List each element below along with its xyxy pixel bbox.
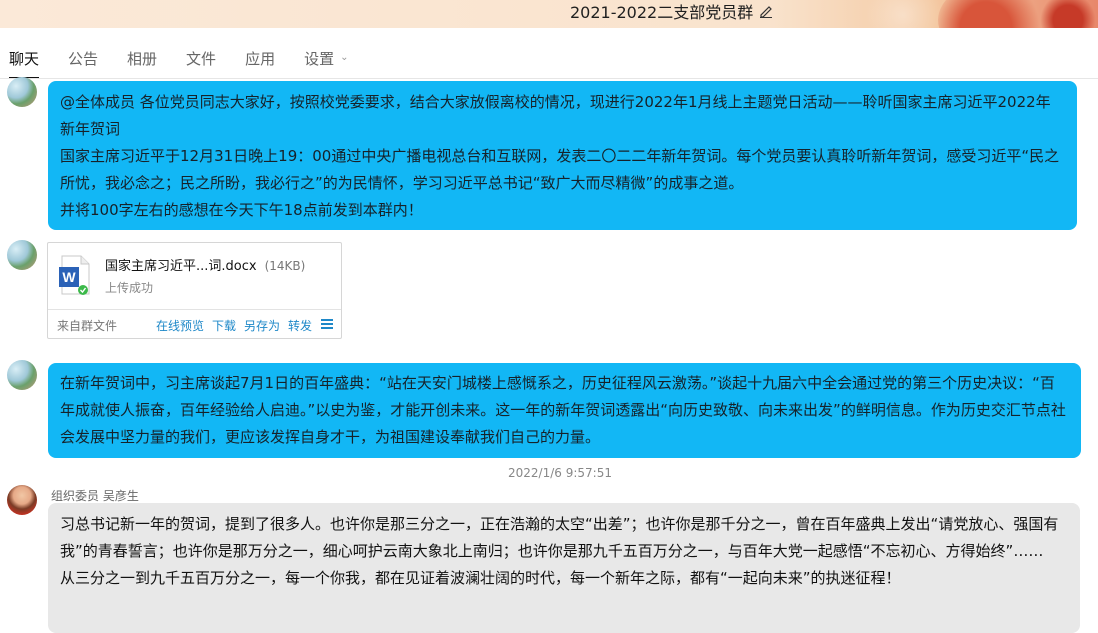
title-bar: 2021-2022二支部党员群	[0, 0, 1098, 28]
message-text: 习总书记新一年的贺词，提到了很多人。也许你是那三分之一，正在浩瀚的太空“出差”；…	[60, 515, 1059, 560]
message-text: 从三分之一到九千五百万分之一，每一个你我，都在见证着波澜壮阔的时代，每一个新年之…	[60, 569, 901, 587]
group-title-text: 2021-2022二支部党员群	[570, 3, 754, 22]
tab-label: 聊天	[9, 50, 40, 68]
message-text: 在新年贺词中，习主席谈起7月1日的百年盛典：“站在天安门城楼上感慨系之，历史征程…	[60, 374, 1066, 446]
divider	[48, 309, 341, 310]
download-link[interactable]: 下载	[212, 317, 236, 334]
edit-icon[interactable]	[759, 4, 773, 18]
tab-label: 相册	[127, 50, 158, 68]
file-actions: 在线预览 下载 另存为 转发	[156, 317, 312, 334]
tab-chat[interactable]: 聊天	[9, 40, 40, 79]
message-bubble: 习总书记新一年的贺词，提到了很多人。也许你是那三分之一，正在浩瀚的太空“出差”；…	[48, 503, 1080, 633]
group-title: 2021-2022二支部党员群	[570, 0, 773, 22]
chevron-down-icon: ⌄	[340, 52, 349, 63]
message-bubble: @全体成员 各位党员同志大家好，按照校党委要求，结合大家放假离校的情况，现进行2…	[48, 81, 1077, 230]
svg-text:W: W	[62, 269, 76, 285]
tab-files[interactable]: 文件	[186, 40, 216, 79]
message-text: @全体成员 各位党员同志大家好，按照校党委要求，结合大家放假离校的情况，现进行2…	[60, 93, 1051, 138]
menu-icon[interactable]	[321, 318, 333, 330]
check-icon	[78, 285, 88, 295]
file-name: 国家主席习近平...词.docx (14KB)	[105, 255, 305, 274]
file-name-text: 国家主席习近平...词.docx	[105, 259, 257, 274]
save-as-link[interactable]: 另存为	[244, 317, 280, 334]
tab-apps[interactable]: 应用	[245, 40, 275, 79]
tab-label: 应用	[245, 50, 276, 68]
word-doc-icon: W	[59, 255, 90, 295]
timestamp: 2022/1/6 9:57:51	[508, 466, 612, 480]
avatar[interactable]	[7, 240, 37, 270]
tab-label: 公告	[68, 50, 99, 68]
avatar[interactable]	[7, 360, 37, 390]
tab-album[interactable]: 相册	[127, 40, 157, 79]
title-bar-decoration	[1038, 0, 1098, 28]
preview-link[interactable]: 在线预览	[156, 317, 204, 334]
title-bar-decoration	[858, 0, 948, 28]
upload-status: 上传成功	[105, 281, 154, 295]
forward-link[interactable]: 转发	[288, 317, 312, 334]
message-text: 国家主席习近平于12月31日晚上19：00通过中央广播电视总台和互联网，发表二〇…	[60, 147, 1060, 192]
file-source: 来自群文件	[57, 319, 118, 333]
tab-settings[interactable]: 设置 ⌄	[304, 40, 348, 79]
avatar[interactable]	[7, 485, 37, 515]
tab-label: 文件	[186, 50, 217, 68]
file-card[interactable]: W 国家主席习近平...词.docx (14KB) 上传成功 来自群文件 在线预览…	[47, 242, 342, 339]
tab-announcement[interactable]: 公告	[68, 40, 98, 79]
sender-name[interactable]: 组织委员 吴彦生	[51, 487, 139, 504]
message-text: 并将100字左右的感想在今天下午18点前发到本群内！	[60, 201, 423, 219]
file-size: (14KB)	[264, 259, 306, 273]
message-bubble: 在新年贺词中，习主席谈起7月1日的百年盛典：“站在天安门城楼上感慨系之，历史征程…	[48, 363, 1081, 458]
divider	[0, 78, 1098, 79]
tab-bar: 聊天 公告 相册 文件 应用 设置 ⌄	[0, 40, 1098, 79]
avatar[interactable]	[7, 77, 37, 107]
tab-label: 设置	[304, 50, 335, 68]
